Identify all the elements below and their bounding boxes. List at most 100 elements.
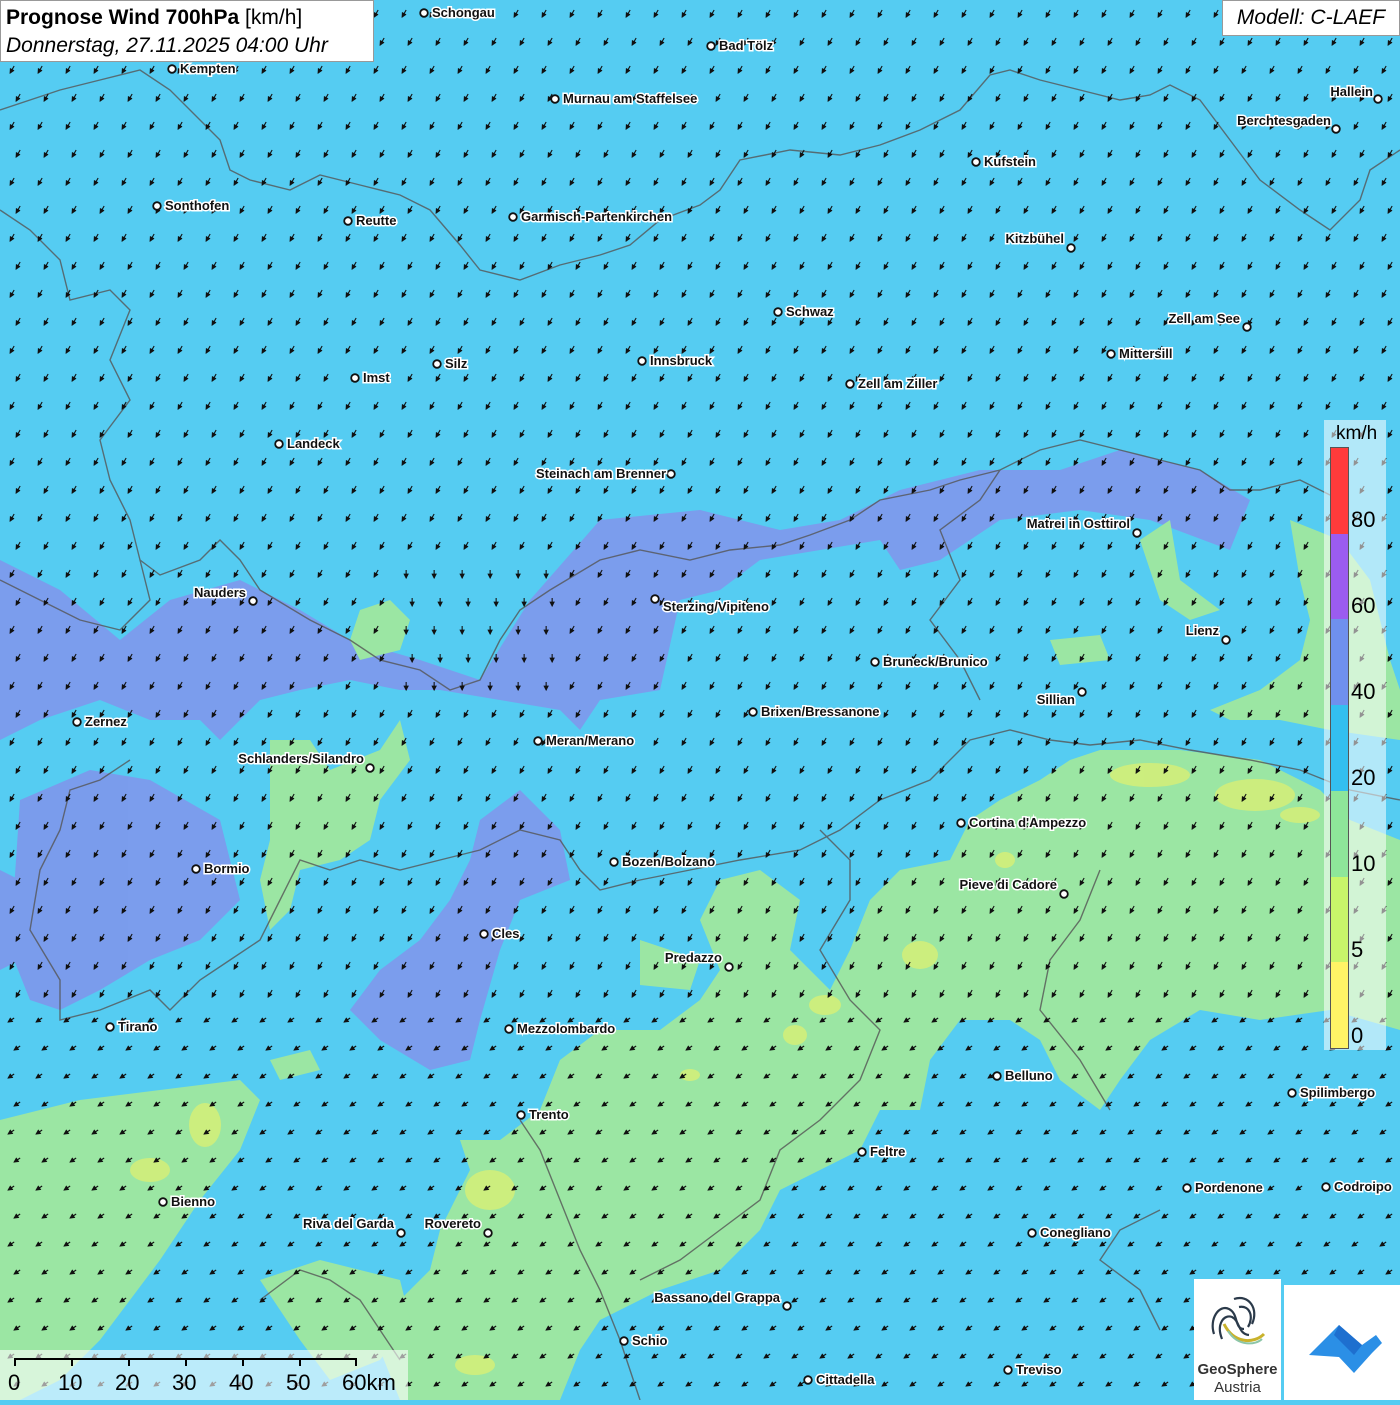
city-label: Treviso — [1016, 1362, 1062, 1377]
city-marker[interactable]: Brixen/Bressanone — [748, 703, 881, 721]
city-marker[interactable]: Pordenone — [1182, 1179, 1264, 1197]
wind-map[interactable]: Schongau Bad Tölz Kempten Murnau am Staffel… — [0, 0, 1400, 1400]
city-label: Kitzbühel — [1006, 231, 1065, 246]
scale-tick — [14, 1358, 16, 1366]
city-marker[interactable]: Bruneck/Brunico — [870, 653, 989, 671]
city-dot — [248, 596, 258, 606]
city-dot — [773, 307, 783, 317]
city-label: Sterzing/Vipiteno — [663, 599, 769, 614]
scale-tick — [355, 1358, 357, 1366]
scale-tick — [299, 1358, 301, 1366]
city-dot — [419, 8, 429, 18]
city-label: Berchtesgaden — [1237, 113, 1331, 128]
city-marker[interactable]: Spilimbergo — [1287, 1084, 1377, 1102]
legend-color-bar — [1330, 447, 1349, 1049]
city-dot — [432, 359, 442, 369]
city-dot — [504, 1024, 514, 1034]
city-dot — [1287, 1088, 1297, 1098]
city-marker[interactable]: Conegliano — [1027, 1224, 1112, 1242]
city-dot — [971, 157, 981, 167]
city-marker[interactable]: Meran/Merano — [533, 732, 636, 750]
city-dot — [550, 94, 560, 104]
city-label: Sillian — [1037, 692, 1075, 707]
forecast-datetime: Donnerstag, 27.11.2025 04:00 Uhr — [6, 34, 328, 57]
city-marker[interactable]: Zell am Ziller — [845, 375, 939, 393]
city-dot — [724, 962, 734, 972]
city-dot — [343, 216, 353, 226]
city-marker[interactable]: Schongau — [419, 4, 496, 22]
geosphere-swirl-icon — [1211, 1296, 1266, 1345]
city-label: Garmisch-Partenkirchen — [521, 209, 672, 224]
city-dot — [167, 64, 177, 74]
city-dot — [274, 439, 284, 449]
city-label: Zell am Ziller — [858, 376, 937, 391]
model-label: Modell: C-LAEF — [1222, 0, 1400, 36]
city-marker[interactable]: Murnau am Staffelsee — [550, 90, 699, 108]
city-dot — [650, 594, 660, 604]
city-dot — [748, 707, 758, 717]
legend-tick-0: 0 — [1351, 1023, 1364, 1048]
scale-tick — [71, 1358, 73, 1366]
city-label: Matrei in Osttirol — [1027, 516, 1130, 531]
city-label: Rovereto — [425, 1216, 481, 1231]
city-dot — [1242, 322, 1252, 332]
city-dot — [479, 929, 489, 939]
city-label: Kufstein — [984, 154, 1036, 169]
city-marker[interactable]: Sonthofen — [152, 197, 231, 215]
city-dot — [350, 373, 360, 383]
city-label: Conegliano — [1040, 1225, 1111, 1240]
city-dot — [1059, 889, 1069, 899]
city-dot — [365, 763, 375, 773]
city-dot — [191, 864, 201, 874]
city-dot — [1221, 635, 1231, 645]
city-dot — [1027, 1228, 1037, 1238]
city-dot — [516, 1110, 526, 1120]
city-dot — [396, 1228, 406, 1238]
city-label: Pordenone — [1195, 1180, 1263, 1195]
city-dot — [1106, 349, 1116, 359]
city-label: Bruneck/Brunico — [883, 654, 988, 669]
city-marker[interactable]: Mezzolombardo — [504, 1020, 617, 1038]
city-marker[interactable]: Bozen/Bolzano — [609, 853, 717, 871]
city-dot — [992, 1071, 1002, 1081]
city-label: Feltre — [870, 1144, 905, 1159]
legend-tick-60: 60 — [1351, 593, 1376, 618]
city-label: Schongau — [432, 5, 495, 20]
app-logo[interactable] — [1284, 1285, 1400, 1400]
city-dot — [508, 212, 518, 222]
city-label: Schio — [632, 1333, 667, 1348]
city-label: Brixen/Bressanone — [761, 704, 880, 719]
city-label: Reutte — [356, 213, 396, 228]
city-label: Silz — [445, 356, 468, 371]
city-marker[interactable]: Cortina d'Ampezzo — [956, 814, 1088, 832]
geosphere-logo[interactable]: GeoSphere Austria — [1194, 1279, 1281, 1400]
city-label: Predazzo — [665, 950, 722, 965]
city-dot — [782, 1301, 792, 1311]
city-label: Mittersill — [1119, 346, 1172, 361]
city-label: Meran/Merano — [546, 733, 634, 748]
city-label: Tirano — [118, 1019, 158, 1034]
city-label: Sonthofen — [165, 198, 229, 213]
city-dot — [483, 1228, 493, 1238]
city-dot — [845, 379, 855, 389]
city-marker[interactable]: Steinach am Brenner — [534, 465, 676, 483]
city-marker[interactable]: Sterzing/Vipiteno — [650, 594, 770, 616]
city-dot — [1066, 243, 1076, 253]
city-label: Nauders — [194, 585, 246, 600]
city-marker[interactable]: Garmisch-Partenkirchen — [508, 208, 674, 226]
legend-color-step — [1331, 962, 1348, 1049]
city-label: Pieve di Cadore — [959, 877, 1057, 892]
city-dot — [158, 1197, 168, 1207]
logo-text-austria: Austria — [1214, 1379, 1261, 1396]
city-dot — [152, 201, 162, 211]
city-dot — [1321, 1182, 1331, 1192]
scale-label: 20 — [115, 1370, 140, 1395]
city-label: Landeck — [287, 436, 341, 451]
scale-tick — [242, 1358, 244, 1366]
city-dot — [1373, 94, 1383, 104]
city-label: Lienz — [1186, 623, 1220, 638]
city-label: Trento — [529, 1107, 569, 1122]
city-marker[interactable]: Innsbruck — [637, 352, 714, 370]
map-title-main: Prognose Wind 700hPa — [6, 6, 240, 29]
map-title-unit: [km/h] — [245, 6, 303, 29]
